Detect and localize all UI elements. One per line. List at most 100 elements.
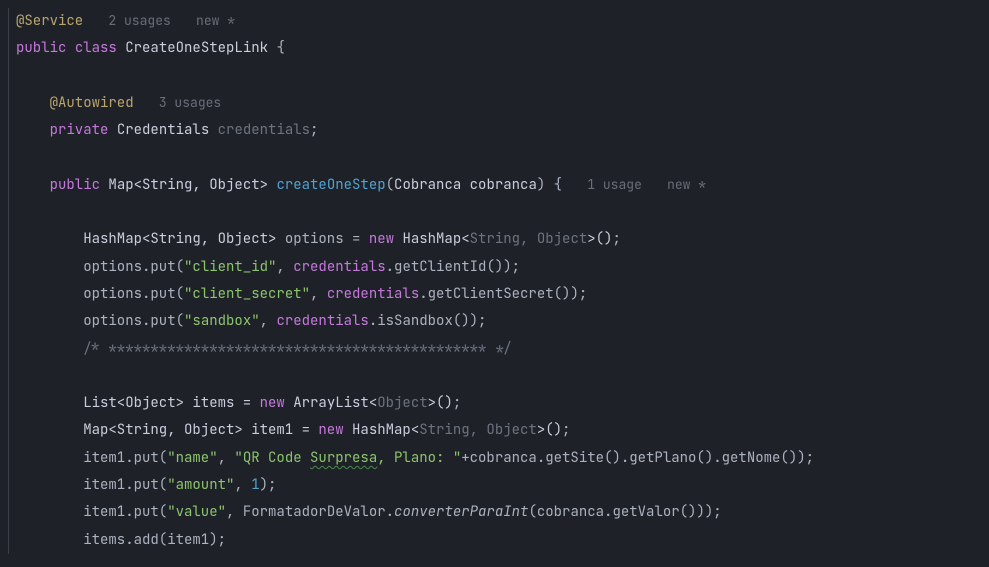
inlay-hint-usages[interactable]: 3 usages: [159, 94, 221, 111]
text: .: [386, 503, 394, 521]
code-line[interactable]: private Credentials credentials;: [8, 117, 989, 144]
code-line[interactable]: item1.put("amount", 1);: [8, 472, 989, 499]
type: HashMap<String, Object>: [83, 230, 276, 248]
keyword: public: [50, 176, 100, 194]
code-line[interactable]: item1.put("value", FormatadorDeValor.con…: [8, 499, 989, 526]
text: );: [470, 312, 487, 330]
keyword: public: [16, 39, 66, 57]
keyword: new: [318, 421, 343, 439]
text: +cobranca.getSite().getPlano().getNome(): [461, 449, 797, 467]
type: ArrayList<: [293, 394, 377, 412]
keyword: private: [50, 121, 109, 139]
brace: {: [276, 39, 284, 57]
string-literal: "QR Code: [234, 449, 310, 467]
text: );: [260, 476, 277, 494]
code-line[interactable]: @Service 2 usages new *: [8, 8, 989, 35]
type: >(): [537, 421, 562, 439]
generic-params: String, Object: [470, 230, 588, 248]
text: options.put(: [83, 258, 184, 276]
inlay-hint-usages[interactable]: 1 usage: [587, 176, 642, 193]
code-line[interactable]: HashMap<String, Object> options = new Ha…: [8, 226, 989, 253]
code-line[interactable]: [8, 199, 989, 226]
text: );: [705, 503, 722, 521]
code-line[interactable]: options.put("sandbox", credentials.isSan…: [8, 308, 989, 335]
code-line[interactable]: [8, 363, 989, 390]
generic-params: Object: [377, 394, 427, 412]
string-literal: "client_secret": [184, 285, 310, 303]
semicolon: ;: [562, 421, 570, 439]
method-call: .getClientSecret(): [419, 285, 570, 303]
text: items.add(item1);: [83, 531, 226, 549]
code-line[interactable]: public class CreateOneStepLink {: [8, 35, 989, 62]
class-name: CreateOneStepLink: [125, 39, 268, 57]
text: List<Object> items =: [83, 394, 259, 412]
gutter-line: [8, 8, 9, 554]
semicolon: ;: [453, 394, 461, 412]
semicolon: ;: [310, 121, 318, 139]
text: item1.put(: [83, 503, 167, 521]
text: item1.put(: [83, 476, 167, 494]
paren: ) {: [537, 176, 562, 194]
code-line[interactable]: items.add(item1);: [8, 527, 989, 554]
string-literal: , Plano: ": [377, 449, 461, 467]
type: Credentials: [117, 121, 209, 139]
text: ,: [260, 312, 277, 330]
code-editor[interactable]: @Service 2 usages new * public class Cre…: [0, 8, 989, 554]
keyword: class: [75, 39, 117, 57]
inlay-hint-usages[interactable]: 2 usages: [108, 12, 170, 29]
annotation-service: @Service: [16, 12, 83, 30]
string-literal: "amount": [167, 476, 234, 494]
type: >(): [428, 394, 453, 412]
code-line[interactable]: List<Object> items = new ArrayList<Objec…: [8, 390, 989, 417]
field-ref: credentials: [293, 258, 385, 276]
code-line[interactable]: options.put("client_id", credentials.get…: [8, 254, 989, 281]
string-typo: Surpresa: [310, 449, 377, 467]
return-type: Map<String, Object>: [108, 176, 268, 194]
inlay-hint-vcs[interactable]: new *: [196, 12, 235, 29]
code-line[interactable]: Map<String, Object> item1 = new HashMap<…: [8, 417, 989, 444]
type: >(): [587, 230, 612, 248]
text: (cobranca.getValor()): [528, 503, 704, 521]
keyword: new: [369, 230, 394, 248]
string-literal: "name": [167, 449, 217, 467]
field-ref: credentials: [276, 312, 368, 330]
static-method: converterParaInt: [394, 503, 528, 521]
param-name: cobranca: [470, 176, 537, 194]
text: =: [344, 230, 369, 248]
code-line[interactable]: options.put("client_secret", credentials…: [8, 281, 989, 308]
inlay-hint-vcs[interactable]: new *: [667, 176, 706, 193]
variable: options: [285, 230, 344, 248]
generic-params: String, Object: [419, 421, 537, 439]
code-line[interactable]: @Autowired 3 usages: [8, 90, 989, 117]
code-line[interactable]: public Map<String, Object> createOneStep…: [8, 172, 989, 199]
annotation-autowired: @Autowired: [50, 94, 134, 112]
code-line[interactable]: item1.put("name", "QR Code Surpresa, Pla…: [8, 445, 989, 472]
code-line[interactable]: /* *************************************…: [8, 336, 989, 363]
text: item1.put(: [83, 449, 167, 467]
semicolon: ;: [612, 230, 620, 248]
code-line[interactable]: [8, 144, 989, 171]
type: HashMap<: [402, 230, 469, 248]
param-type: Cobranca: [394, 176, 461, 194]
text: options.put(: [83, 312, 184, 330]
text: );: [503, 258, 520, 276]
string-literal: "value": [167, 503, 226, 521]
text: ,: [310, 285, 327, 303]
paren: (: [386, 176, 394, 194]
text: ,: [234, 476, 251, 494]
number-literal: 1: [251, 476, 259, 494]
string-literal: "sandbox": [184, 312, 260, 330]
text: );: [797, 449, 814, 467]
method-call: .getClientId(): [386, 258, 504, 276]
field-name: credentials: [218, 121, 310, 139]
string-literal: "client_id": [184, 258, 276, 276]
method-name: createOneStep: [276, 176, 385, 194]
text: options.put(: [83, 285, 184, 303]
method-call: .isSandbox(): [369, 312, 470, 330]
class-ref: FormatadorDeValor: [243, 503, 386, 521]
type: HashMap<: [352, 421, 419, 439]
keyword: new: [260, 394, 285, 412]
code-line[interactable]: [8, 63, 989, 90]
text: Map<String, Object> item1 =: [83, 421, 318, 439]
text: ,: [218, 449, 235, 467]
